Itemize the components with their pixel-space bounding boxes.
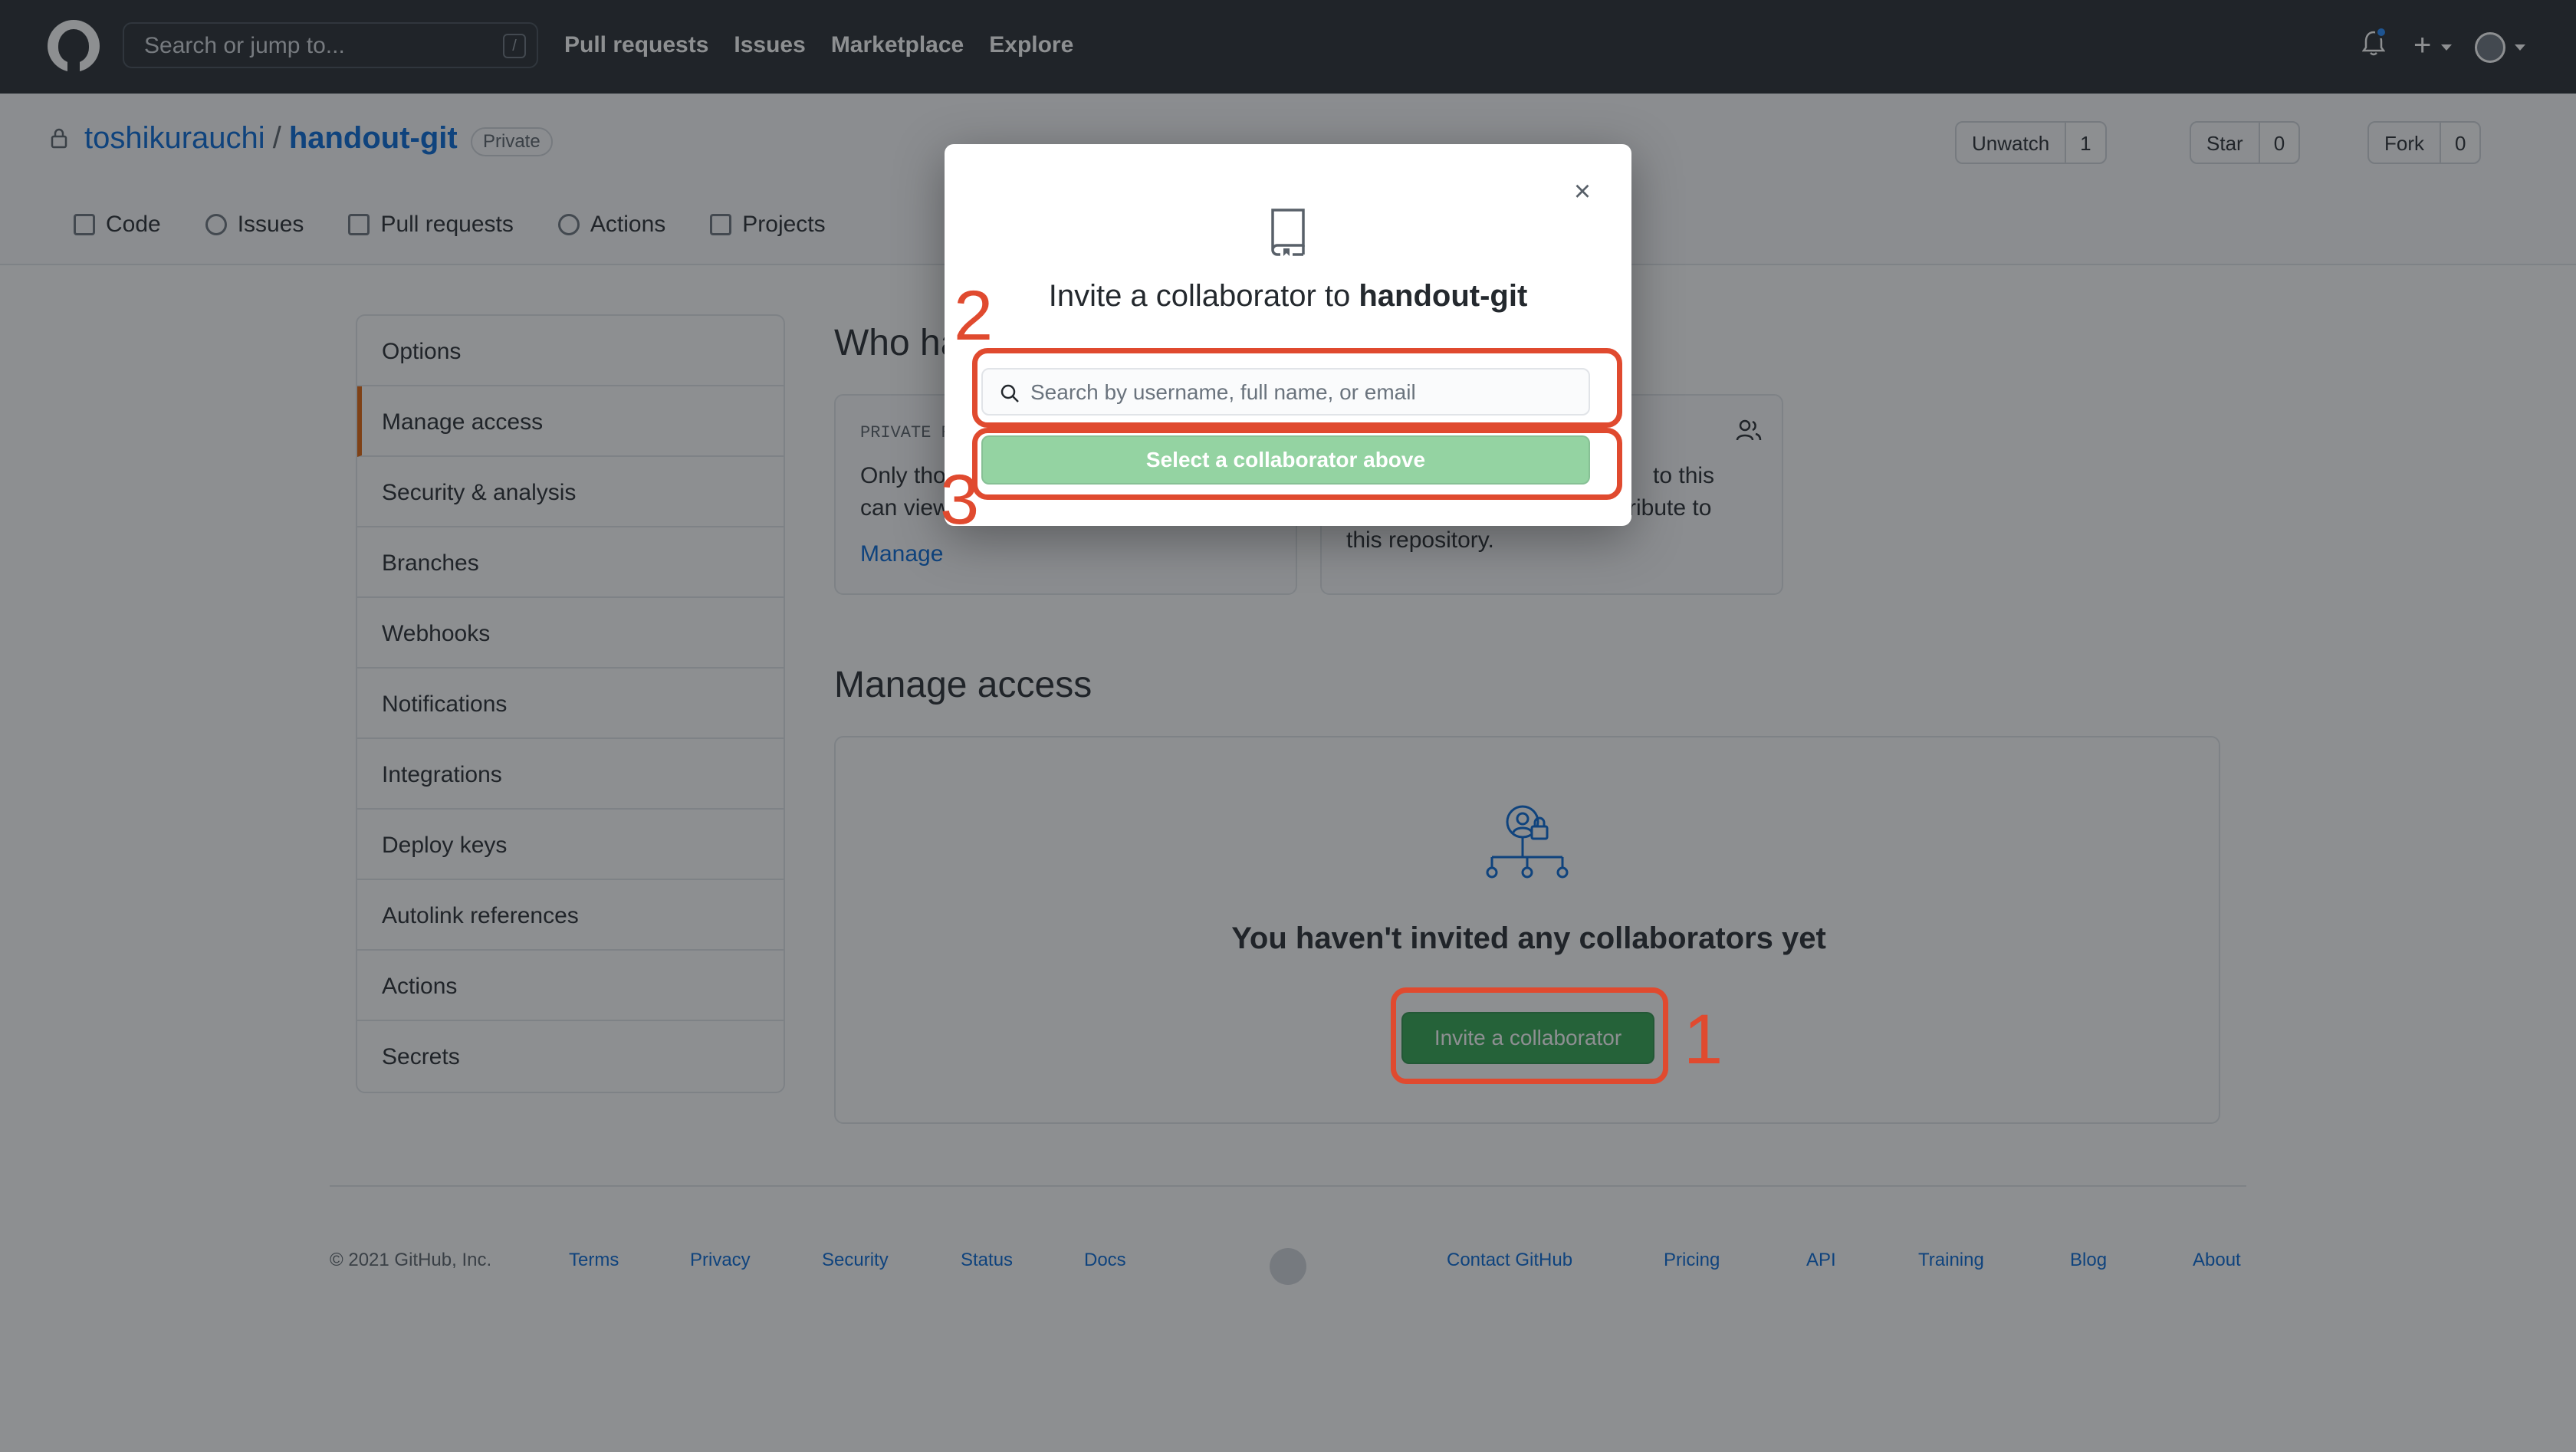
annotation-number-step3: 3 bbox=[940, 461, 980, 539]
dialog-title-repo: handout-git bbox=[1359, 279, 1528, 313]
annotation-box-step1 bbox=[1391, 987, 1668, 1084]
annotation-box-step3 bbox=[972, 428, 1622, 500]
annotation-number-step1: 1 bbox=[1684, 1000, 1723, 1079]
annotation-number-step2: 2 bbox=[954, 277, 994, 355]
annotation-box-step2 bbox=[972, 348, 1622, 428]
repo-icon bbox=[1271, 209, 1305, 256]
dialog-title-prefix: Invite a collaborator to bbox=[1048, 279, 1359, 313]
close-icon[interactable]: × bbox=[1569, 177, 1596, 206]
dialog-title: Invite a collaborator to handout-git bbox=[945, 279, 1631, 314]
